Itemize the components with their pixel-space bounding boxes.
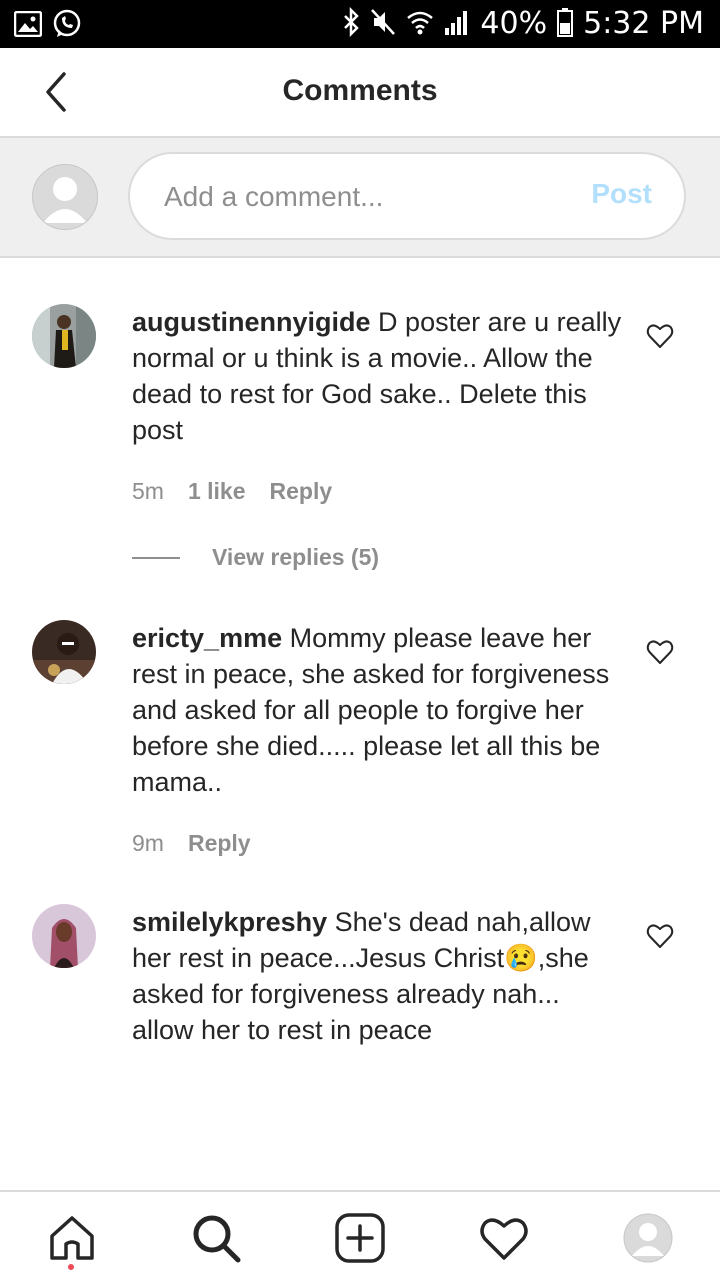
view-replies-button[interactable]: View replies (5) xyxy=(132,544,379,571)
comment-text: ericty_mme Mommy please leave her rest i… xyxy=(132,620,622,800)
status-right-icons: 40% 5:32 PM xyxy=(342,6,704,42)
like-comment-button[interactable] xyxy=(646,638,674,666)
profile-icon xyxy=(623,1213,673,1263)
like-comment-button[interactable] xyxy=(646,322,674,350)
activity-heart-icon xyxy=(480,1218,528,1260)
page-title: Comments xyxy=(282,74,438,107)
user-avatar-image xyxy=(32,904,96,968)
nav-home[interactable] xyxy=(46,1212,98,1264)
comment-input[interactable] xyxy=(162,176,566,218)
nav-search[interactable] xyxy=(190,1212,242,1264)
comment-meta: 9m Reply xyxy=(132,830,251,857)
header: Comments xyxy=(0,48,720,138)
home-icon xyxy=(50,1216,94,1260)
avatar[interactable] xyxy=(32,304,96,368)
comment-username[interactable]: augustinennyigide xyxy=(132,307,371,337)
post-button[interactable]: Post xyxy=(591,178,652,210)
heart-icon xyxy=(646,924,674,948)
avatar[interactable] xyxy=(32,620,96,684)
comment-text: augustinennyigide D poster are u really … xyxy=(132,304,622,448)
nav-profile[interactable] xyxy=(622,1212,674,1264)
search-icon xyxy=(193,1215,241,1263)
bluetooth-icon xyxy=(342,6,360,42)
comment-username[interactable]: ericty_mme xyxy=(132,623,282,653)
whatsapp-icon xyxy=(52,9,82,44)
notification-dot xyxy=(68,1264,74,1270)
add-post-icon xyxy=(335,1213,385,1263)
nav-add-post[interactable] xyxy=(334,1212,386,1264)
bottom-nav xyxy=(0,1190,720,1282)
status-bar: 40% 5:32 PM xyxy=(0,0,720,48)
comment-username[interactable]: smilelykpreshy xyxy=(132,907,327,937)
divider-line xyxy=(132,556,180,559)
comment-text: smilelykpreshy She's dead nah,allow her … xyxy=(132,904,622,1048)
current-user-avatar xyxy=(32,164,98,230)
comment-box: Post xyxy=(128,152,686,240)
comment-timestamp: 5m xyxy=(132,478,164,504)
wifi-icon xyxy=(406,8,434,41)
comment-likes[interactable]: 1 like xyxy=(188,478,246,505)
reply-button[interactable]: Reply xyxy=(270,478,333,505)
comment-composer: Post xyxy=(0,138,720,258)
user-avatar-image xyxy=(32,304,96,368)
status-time: 5:32 PM xyxy=(583,6,704,41)
heart-icon xyxy=(646,640,674,664)
like-comment-button[interactable] xyxy=(646,922,674,950)
battery-icon xyxy=(557,7,574,42)
comment-meta: 5m 1 like Reply xyxy=(132,478,332,505)
view-replies-label: View replies (5) xyxy=(212,544,380,570)
nav-activity[interactable] xyxy=(478,1212,530,1264)
signal-icon xyxy=(444,8,470,41)
gallery-icon xyxy=(13,10,43,42)
default-avatar-icon xyxy=(43,177,87,223)
avatar[interactable] xyxy=(32,904,96,968)
heart-icon xyxy=(646,324,674,348)
mute-icon xyxy=(370,8,396,41)
status-left-icons xyxy=(13,9,82,44)
user-avatar-image xyxy=(32,620,96,684)
reply-button[interactable]: Reply xyxy=(188,830,251,857)
battery-percent: 40% xyxy=(480,6,548,41)
comment-timestamp: 9m xyxy=(132,830,164,856)
